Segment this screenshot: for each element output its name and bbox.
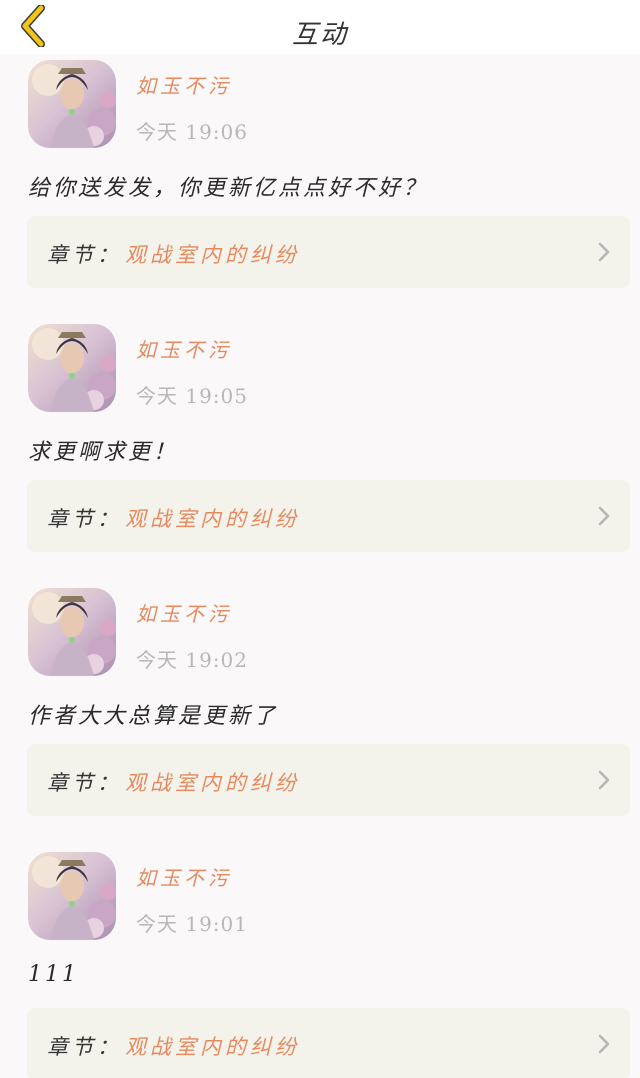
- chapter-title: 观战室内的纠纷: [125, 243, 300, 267]
- comment-text: 给你送发发，你更新亿点点好不好？: [28, 176, 429, 201]
- username[interactable]: 如玉不污: [136, 862, 232, 891]
- timestamp: 今天 19:05: [136, 384, 248, 408]
- comment-item: 如玉不污 今天 19:02 作者大大总算是更新了 章节： 观战室内的纠纷: [0, 558, 640, 822]
- timestamp: 今天 19:02: [136, 648, 248, 672]
- username[interactable]: 如玉不污: [136, 70, 232, 99]
- chevron-right-icon: [598, 242, 610, 262]
- username[interactable]: 如玉不污: [136, 334, 232, 363]
- chapter-link-card[interactable]: 章节： 观战室内的纠纷: [27, 216, 630, 288]
- top-bar: 互动: [0, 0, 640, 54]
- avatar[interactable]: [28, 588, 116, 676]
- chapter-title: 观战室内的纠纷: [125, 507, 300, 531]
- comment-text: 111: [28, 962, 79, 987]
- comment-item: 如玉不污 今天 19:06 给你送发发，你更新亿点点好不好？ 章节： 观战室内的…: [0, 54, 640, 294]
- chapter-link-card[interactable]: 章节： 观战室内的纠纷: [27, 480, 630, 552]
- timestamp: 今天 19:06: [136, 120, 248, 144]
- comment-text: 求更啊求更！: [28, 440, 179, 465]
- avatar[interactable]: [28, 60, 116, 148]
- timestamp: 今天 19:01: [136, 912, 248, 936]
- chapter-title: 观战室内的纠纷: [125, 1035, 300, 1059]
- comment-item: 如玉不污 今天 19:05 求更啊求更！ 章节： 观战室内的纠纷: [0, 294, 640, 558]
- chapter-label: 章节：: [47, 243, 122, 267]
- chevron-right-icon: [598, 1034, 610, 1054]
- username[interactable]: 如玉不污: [136, 598, 232, 627]
- comment-item: 如玉不污 今天 19:01 111 章节： 观战室内的纠纷: [0, 822, 640, 1078]
- chapter-link-card[interactable]: 章节： 观战室内的纠纷: [27, 744, 630, 816]
- chevron-right-icon: [598, 506, 610, 526]
- comment-feed[interactable]: 如玉不污 今天 19:06 给你送发发，你更新亿点点好不好？ 章节： 观战室内的…: [0, 54, 640, 1078]
- chapter-label: 章节：: [47, 771, 122, 795]
- chapter-link-card[interactable]: 章节： 观战室内的纠纷: [27, 1008, 630, 1078]
- avatar[interactable]: [28, 324, 116, 412]
- comment-text: 作者大大总算是更新了: [28, 704, 279, 729]
- avatar[interactable]: [28, 852, 116, 940]
- chapter-title: 观战室内的纠纷: [125, 771, 300, 795]
- chevron-right-icon: [598, 770, 610, 790]
- page-title: 互动: [291, 20, 348, 50]
- chapter-label: 章节：: [47, 507, 122, 531]
- chapter-label: 章节：: [47, 1035, 122, 1059]
